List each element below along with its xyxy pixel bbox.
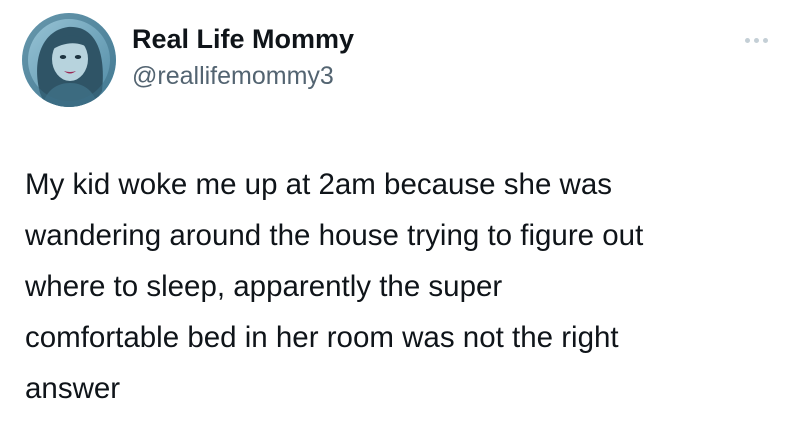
author-display-name[interactable]: Real Life Mommy — [132, 22, 354, 56]
tweet-text-line: where to sleep, apparently the super — [25, 270, 503, 303]
tweet-text-line: My kid woke me up at 2am because she was — [25, 168, 613, 201]
tweet-text-line: answer — [25, 372, 121, 405]
more-options-icon[interactable] — [740, 30, 772, 50]
menu-dot — [753, 37, 759, 43]
tweet-text-line: comfortable bed in her room was not the … — [25, 321, 619, 354]
tweet-card: Real Life Mommy @reallifemommy3 My kid w… — [0, 0, 800, 434]
menu-dot — [762, 37, 768, 43]
tweet-text: My kid woke me up at 2am because she was… — [25, 159, 785, 414]
menu-dot — [744, 37, 750, 43]
profile-avatar-icon[interactable] — [22, 13, 116, 107]
tweet-text-line: wandering around the house trying to fig… — [25, 219, 644, 252]
author-handle[interactable]: @reallifemommy3 — [132, 60, 334, 92]
